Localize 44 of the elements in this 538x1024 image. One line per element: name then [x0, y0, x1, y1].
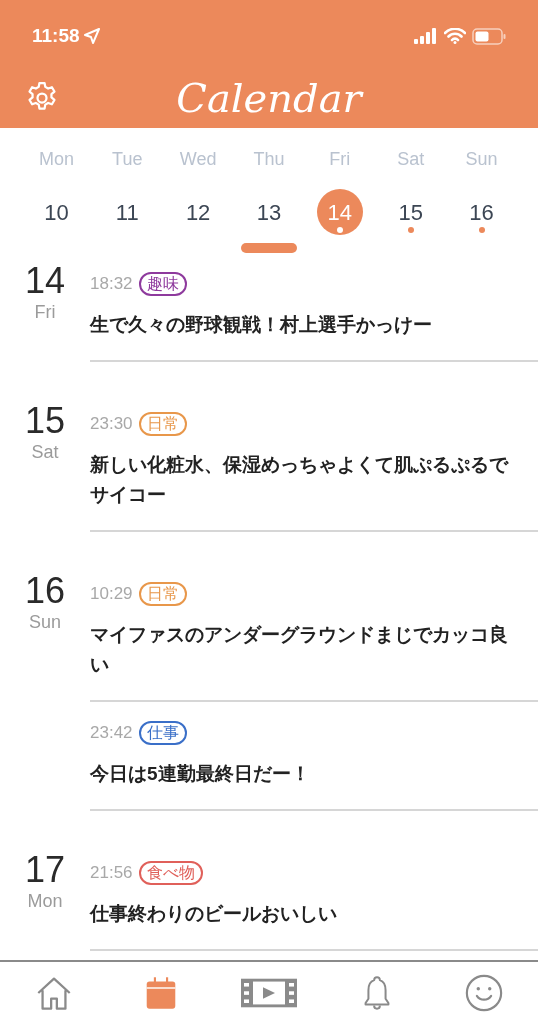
weekday-label: Mon [37, 148, 75, 171]
day-weekday: Sat [31, 441, 59, 463]
category-tag: 日常 [138, 412, 187, 436]
battery-icon [472, 27, 506, 45]
entry-time: 23:42 [90, 722, 133, 745]
location-arrow-icon [83, 28, 100, 44]
weekday-label: Sat [396, 148, 426, 171]
weekday-label: Fri [328, 148, 352, 171]
entry-text: 生で久々の野球観戦！村上選手かっけー [90, 313, 433, 337]
weekday-label: Sun [464, 148, 499, 171]
date-button[interactable]: 10 [33, 189, 80, 235]
date-button[interactable]: 16 [458, 189, 505, 235]
date-button[interactable]: 12 [175, 189, 222, 235]
smiley-icon[interactable] [464, 973, 505, 1013]
signal-icon [414, 28, 438, 44]
entry-time: 10:29 [90, 583, 133, 606]
entry-text: 仕事終わりのビールおいしい [90, 902, 338, 926]
entry-time: 23:30 [90, 413, 133, 436]
status-time: 11:58 [32, 23, 80, 48]
entry-text: マイファスのアンダーグラウンドまじでカッコ良い [90, 623, 509, 677]
entry-time: 18:32 [90, 273, 133, 296]
date-button[interactable]: 11 [104, 189, 151, 235]
entry-time: 21:56 [90, 862, 133, 885]
day-number: 15 [24, 401, 65, 441]
category-tag: 日常 [138, 582, 187, 606]
wifi-icon [444, 28, 466, 44]
date-button[interactable]: 13 [246, 189, 292, 235]
weekday-label: Thu [252, 148, 286, 171]
weekday-label: Tue [111, 148, 144, 171]
day-weekday: Mon [27, 890, 63, 912]
day-number: 14 [24, 261, 65, 301]
category-tag: 仕事 [138, 721, 187, 745]
category-tag: 趣味 [138, 272, 187, 296]
entry-text: 今日は5連勤最終日だー！ [90, 762, 311, 786]
day-weekday: Fri [34, 301, 56, 323]
day-weekday: Sun [29, 611, 61, 633]
entry-text: 新しい化粧水、保湿めっちゃよくて肌ぷるぷるでサイコー [90, 453, 510, 507]
date-button[interactable]: 15 [387, 189, 434, 235]
category-tag: 食べ物 [138, 861, 203, 885]
day-number: 17 [24, 850, 65, 890]
day-number: 16 [24, 571, 65, 611]
drag-handle[interactable] [241, 243, 297, 253]
weekday-label: Wed [178, 148, 218, 171]
screen-title: Calendar [176, 74, 362, 123]
